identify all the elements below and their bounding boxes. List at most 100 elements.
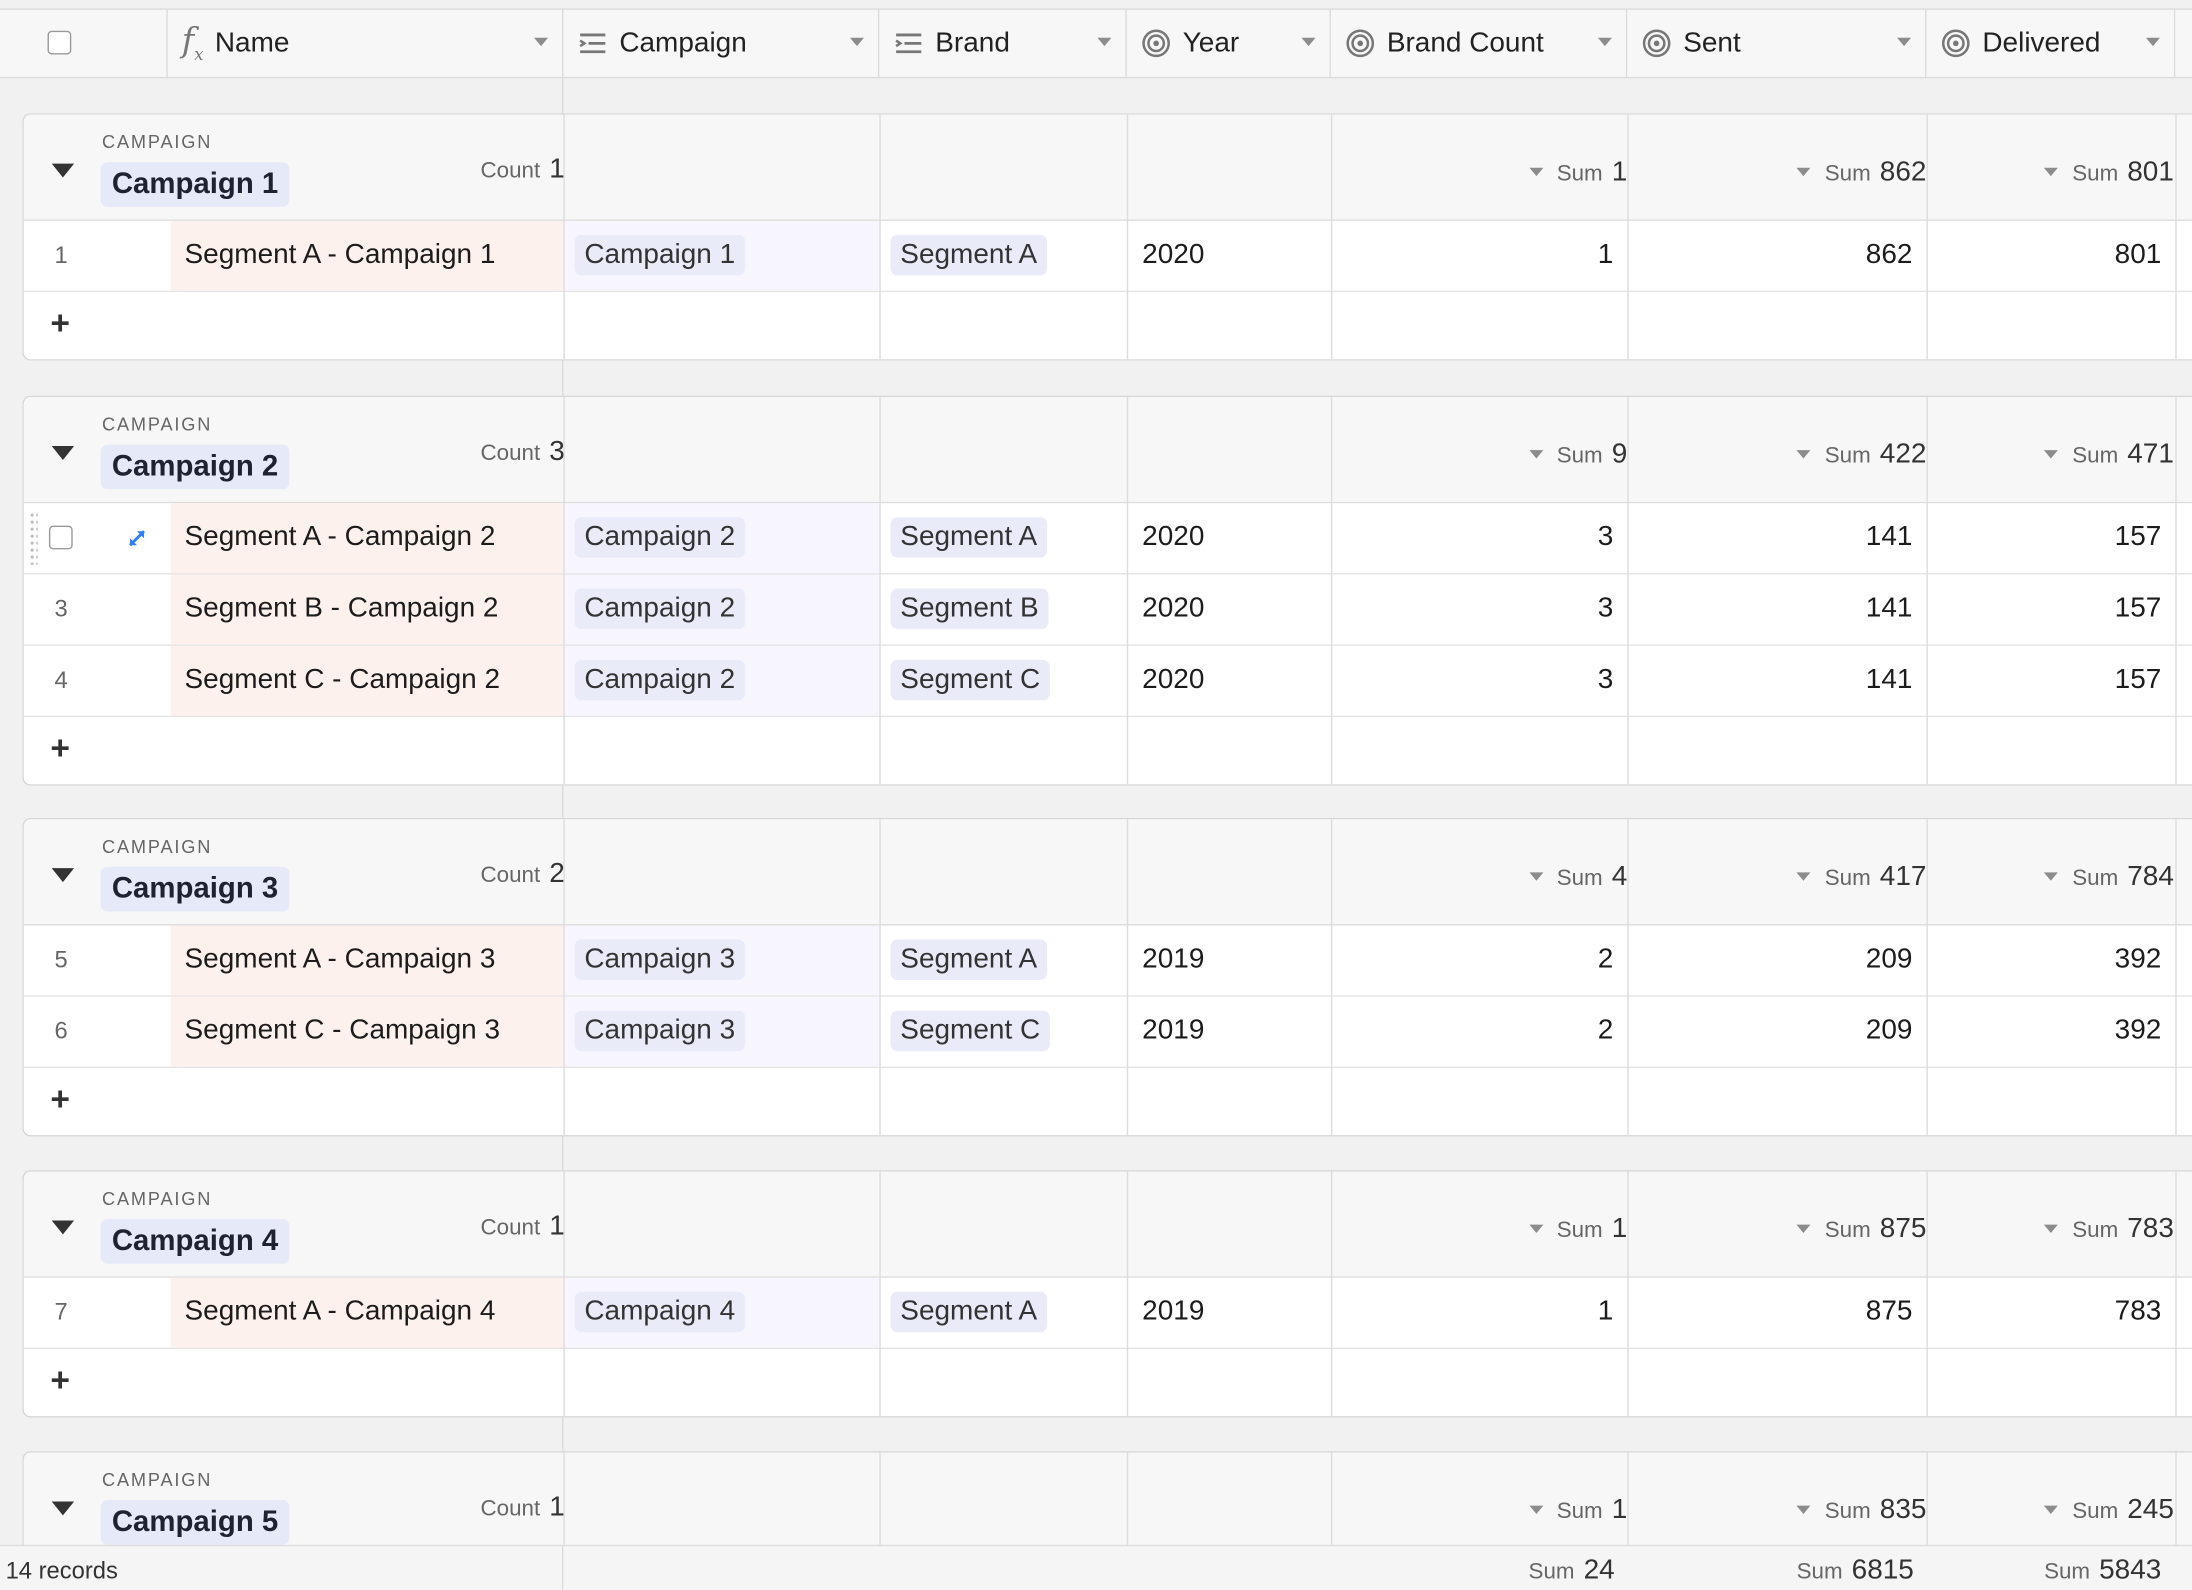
name-cell[interactable]: Segment A - Campaign 1 [170,220,564,291]
brand-link-pill[interactable]: Segment C [890,659,1050,701]
group-header[interactable]: CAMPAIGN Campaign 1 Count 1 Sum 1 Sum 86… [23,114,2192,221]
campaign-link-pill[interactable]: Campaign 2 [574,659,745,701]
campaign-link-pill[interactable]: Campaign 2 [574,588,745,630]
table-row[interactable]: 3 Segment B - Campaign 2 Campaign 2 Segm… [23,574,2192,646]
summary-delivered[interactable]: Sum 5843 [2044,1555,2161,1587]
delivered-cell[interactable]: 157 [2115,664,2162,696]
table-row[interactable]: 7 Segment A - Campaign 4 Campaign 4 Segm… [23,1277,2192,1350]
campaign-link-pill[interactable]: Campaign 4 [574,1291,745,1333]
sent-cell[interactable]: 209 [1866,1015,1913,1047]
delivered-cell[interactable]: 801 [2115,239,2162,271]
delivered-cell[interactable]: 157 [2115,521,2162,553]
chevron-down-icon[interactable] [534,37,549,47]
name-cell[interactable]: Segment A - Campaign 2 [170,503,564,574]
select-all-checkbox[interactable] [47,30,72,55]
name-cell[interactable]: Segment A - Campaign 4 [170,1277,564,1348]
collapse-triangle-icon[interactable] [51,445,75,460]
name-cell[interactable]: Segment C - Campaign 2 [170,645,564,716]
delivered-cell[interactable]: 783 [2115,1296,2162,1328]
brand-link-pill[interactable]: Segment A [890,939,1047,980]
year-cell[interactable]: 2020 [1142,593,1204,625]
column-header-delivered[interactable]: Delivered [1926,9,2176,77]
collapse-triangle-icon[interactable] [51,868,75,883]
summary-brand-count[interactable]: Sum 24 [1529,1555,1615,1587]
brand-count-cell[interactable]: 1 [1598,239,1614,271]
year-cell[interactable]: 2020 [1142,664,1204,696]
column-header-sent[interactable]: Sent [1627,9,1927,77]
group-header[interactable]: CAMPAIGN Campaign 3 Count 2 Sum 4 Sum 41… [23,819,2192,926]
add-record-row[interactable]: + [23,292,2192,360]
column-header-brand[interactable]: Brand [879,9,1127,77]
table-row[interactable]: 4 Segment C - Campaign 2 Campaign 2 Segm… [23,645,2192,718]
row-checkbox[interactable] [48,525,73,550]
group-sum-delivered[interactable]: Sum 784 [2044,861,2174,893]
column-header-campaign[interactable]: Campaign [563,9,880,77]
brand-count-cell[interactable]: 3 [1598,593,1614,625]
sent-cell[interactable]: 209 [1866,944,1913,976]
group-sum-delivered[interactable]: Sum 471 [2044,439,2174,471]
brand-count-cell[interactable]: 3 [1598,664,1614,696]
delivered-cell[interactable]: 157 [2115,593,2162,625]
year-cell[interactable]: 2020 [1142,521,1204,553]
sent-cell[interactable]: 862 [1866,239,1913,271]
name-cell[interactable]: Segment B - Campaign 2 [170,574,564,645]
group-sum-sent[interactable]: Sum 835 [1796,1494,1926,1526]
group-sum-brand-count[interactable]: Sum 9 [1528,439,1627,471]
plus-icon[interactable]: + [50,1081,70,1120]
group-sum-sent[interactable]: Sum 875 [1796,1213,1926,1245]
group-sum-sent[interactable]: Sum 422 [1796,439,1926,471]
group-header[interactable]: CAMPAIGN Campaign 2 Count 3 Sum 9 Sum 42… [23,397,2192,504]
sent-cell[interactable]: 875 [1866,1296,1913,1328]
chevron-down-icon[interactable] [1897,37,1912,47]
table-row[interactable]: 1 Segment A - Campaign 1 Campaign 1 Segm… [23,220,2192,293]
sent-cell[interactable]: 141 [1866,664,1913,696]
group-sum-brand-count[interactable]: Sum 4 [1528,861,1627,893]
expand-record-icon[interactable] [124,526,149,551]
group-sum-delivered[interactable]: Sum 801 [2044,157,2174,189]
brand-count-cell[interactable]: 2 [1598,1015,1614,1047]
add-record-row[interactable]: + [23,717,2192,785]
brand-count-cell[interactable]: 2 [1598,944,1614,976]
brand-link-pill[interactable]: Segment B [890,588,1049,630]
year-cell[interactable]: 2020 [1142,239,1204,271]
group-header[interactable]: CAMPAIGN Campaign 4 Count 1 Sum 1 Sum 87… [23,1171,2192,1278]
plus-icon[interactable]: + [50,305,70,344]
plus-icon[interactable]: + [50,1362,70,1401]
table-row[interactable]: Segment A - Campaign 2 Campaign 2 Segmen… [23,503,2192,575]
column-header-year[interactable]: Year [1127,9,1331,77]
name-cell[interactable]: Segment C - Campaign 3 [170,996,564,1067]
group-sum-brand-count[interactable]: Sum 1 [1528,157,1627,189]
delivered-cell[interactable]: 392 [2115,1015,2162,1047]
chevron-down-icon[interactable] [1097,37,1112,47]
group-sum-sent[interactable]: Sum 417 [1796,861,1926,893]
brand-count-cell[interactable]: 1 [1598,1296,1614,1328]
group-sum-brand-count[interactable]: Sum 1 [1528,1494,1627,1526]
brand-link-pill[interactable]: Segment A [890,517,1047,558]
campaign-link-pill[interactable]: Campaign 1 [574,234,745,276]
brand-link-pill[interactable]: Segment A [890,1291,1047,1333]
table-row[interactable]: 6 Segment C - Campaign 3 Campaign 3 Segm… [23,996,2192,1069]
campaign-link-pill[interactable]: Campaign 3 [574,1010,745,1052]
chevron-down-icon[interactable] [1301,37,1316,47]
collapse-triangle-icon[interactable] [51,163,75,178]
brand-link-pill[interactable]: Segment A [890,234,1047,276]
year-cell[interactable]: 2019 [1142,1015,1204,1047]
group-sum-delivered[interactable]: Sum 245 [2044,1494,2174,1526]
year-cell[interactable]: 2019 [1142,1296,1204,1328]
add-record-row[interactable]: + [23,1068,2192,1136]
brand-count-cell[interactable]: 3 [1598,521,1614,553]
group-sum-sent[interactable]: Sum 862 [1796,157,1926,189]
sent-cell[interactable]: 141 [1866,521,1913,553]
group-sum-delivered[interactable]: Sum 783 [2044,1213,2174,1245]
sent-cell[interactable]: 141 [1866,593,1913,625]
delivered-cell[interactable]: 392 [2115,944,2162,976]
summary-sent[interactable]: Sum 6815 [1797,1555,1914,1587]
campaign-link-pill[interactable]: Campaign 3 [574,939,745,980]
column-header-name[interactable]: fx Name [168,9,564,77]
table-row[interactable]: 5 Segment A - Campaign 3 Campaign 3 Segm… [23,925,2192,997]
collapse-triangle-icon[interactable] [51,1220,75,1235]
year-cell[interactable]: 2019 [1142,944,1204,976]
column-header-brand-count[interactable]: Brand Count [1331,9,1628,77]
chevron-down-icon[interactable] [1597,37,1612,47]
brand-link-pill[interactable]: Segment C [890,1010,1050,1052]
